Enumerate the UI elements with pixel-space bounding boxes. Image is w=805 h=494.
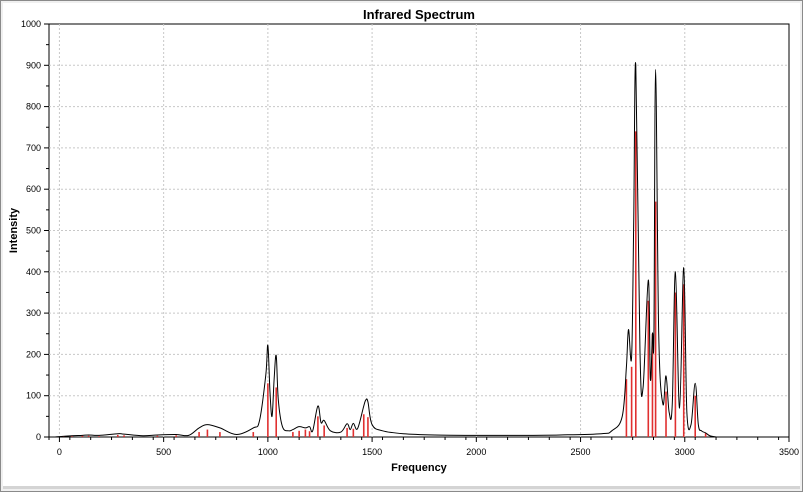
- x-tick-label: 3000: [675, 447, 695, 457]
- y-tick-label: 800: [26, 102, 41, 112]
- spectrum-chart: 0 500 1000 1500 2000 2500 3000 3500 0 100 200 300 40…: [8, 7, 799, 474]
- chart-window: 0 500 1000 1500 2000 2500 3000 3500 0 100 200 300 40…: [0, 0, 803, 492]
- x-axis-title: Frequency: [391, 462, 448, 474]
- x-tick-label: 500: [156, 447, 171, 457]
- x-tick-label: 3500: [779, 447, 799, 457]
- y-tick-label: 600: [26, 184, 41, 194]
- y-tick-label: 100: [26, 391, 41, 401]
- y-tick-label: 0: [36, 432, 41, 442]
- y-tick-label: 500: [26, 226, 41, 236]
- y-tick-label: 200: [26, 349, 41, 359]
- y-tick-label: 900: [26, 60, 41, 70]
- x-tick-label: 1000: [258, 447, 278, 457]
- y-tick-label: 300: [26, 308, 41, 318]
- x-tick-label: 0: [57, 447, 62, 457]
- chart-title: Infrared Spectrum: [363, 7, 475, 22]
- x-tick-label: 2000: [466, 447, 486, 457]
- x-tick-label: 2500: [571, 447, 591, 457]
- y-axis-title: Intensity: [8, 207, 20, 253]
- y-tick-label: 700: [26, 143, 41, 153]
- y-tick-label: 1000: [21, 19, 41, 29]
- x-tick-label: 1500: [362, 447, 382, 457]
- y-tick-label: 400: [26, 267, 41, 277]
